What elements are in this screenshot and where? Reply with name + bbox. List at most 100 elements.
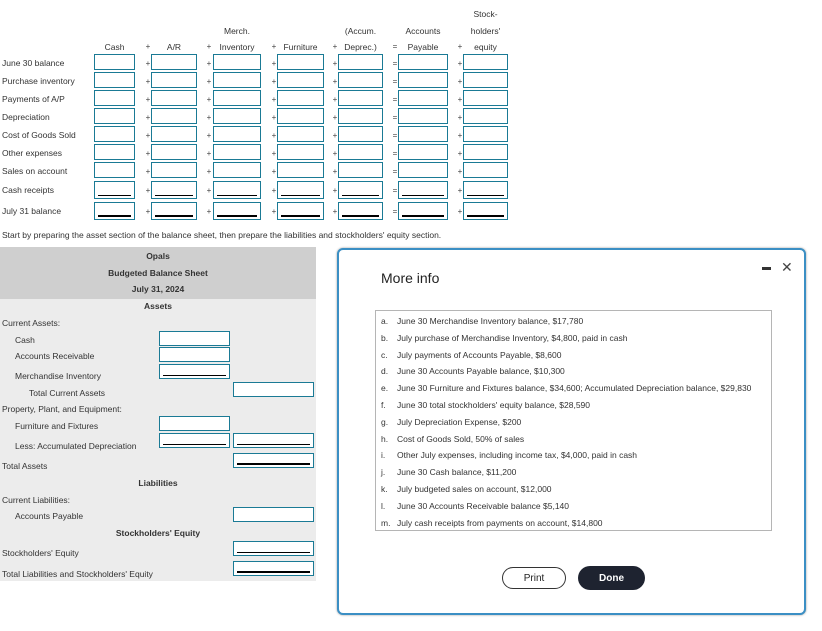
ppe-label: Property, Plant, and Equipment: bbox=[2, 404, 122, 414]
worksheet-input[interactable] bbox=[277, 162, 324, 178]
worksheet-input[interactable] bbox=[277, 90, 324, 106]
worksheet-input[interactable] bbox=[338, 202, 383, 220]
worksheet-input[interactable] bbox=[463, 90, 508, 106]
header-operator: + bbox=[271, 42, 277, 51]
bs-merch-input[interactable] bbox=[159, 364, 230, 379]
statement-title: Budgeted Balance Sheet bbox=[108, 268, 208, 278]
row-label: Sales on account bbox=[2, 166, 68, 176]
info-item-letter: i. bbox=[381, 450, 386, 461]
worksheet-input[interactable] bbox=[398, 144, 448, 160]
worksheet-input[interactable] bbox=[94, 181, 135, 199]
worksheet-input[interactable] bbox=[213, 54, 261, 70]
worksheet-input[interactable] bbox=[151, 202, 197, 220]
worksheet-input[interactable] bbox=[398, 202, 448, 220]
worksheet-input[interactable] bbox=[463, 126, 508, 142]
worksheet-input[interactable] bbox=[338, 72, 383, 88]
worksheet-input[interactable] bbox=[463, 54, 508, 70]
worksheet-input[interactable] bbox=[398, 54, 448, 70]
close-icon[interactable]: ✕ bbox=[781, 259, 793, 276]
ap-label: Accounts Payable bbox=[15, 511, 84, 521]
bs-ar-input[interactable] bbox=[159, 347, 230, 362]
row-operator: + bbox=[271, 186, 277, 195]
worksheet-input[interactable] bbox=[213, 144, 261, 160]
worksheet-input[interactable] bbox=[463, 202, 508, 220]
info-item: l. June 30 Accounts Receivable balance $5… bbox=[381, 501, 569, 511]
worksheet-input[interactable] bbox=[398, 162, 448, 178]
worksheet-input[interactable] bbox=[94, 202, 135, 220]
minimize-icon[interactable] bbox=[762, 267, 771, 270]
worksheet-input[interactable] bbox=[94, 162, 135, 178]
worksheet-input[interactable] bbox=[277, 202, 324, 220]
worksheet-input[interactable] bbox=[277, 54, 324, 70]
worksheet-input[interactable] bbox=[338, 108, 383, 124]
worksheet-input[interactable] bbox=[94, 144, 135, 160]
bs-total-assets-input[interactable] bbox=[233, 453, 314, 468]
worksheet-input[interactable] bbox=[151, 144, 197, 160]
accum-label: Less: Accumulated Depreciation bbox=[15, 441, 137, 451]
row-operator: + bbox=[145, 113, 151, 122]
worksheet-input[interactable] bbox=[398, 181, 448, 199]
row-operator: + bbox=[145, 186, 151, 195]
worksheet-input[interactable] bbox=[151, 181, 197, 199]
row-label: Cost of Goods Sold bbox=[2, 130, 76, 140]
worksheet-input[interactable] bbox=[398, 90, 448, 106]
worksheet-input[interactable] bbox=[151, 54, 197, 70]
worksheet-input[interactable] bbox=[338, 90, 383, 106]
worksheet-input[interactable] bbox=[277, 144, 324, 160]
worksheet-input[interactable] bbox=[463, 162, 508, 178]
worksheet-input[interactable] bbox=[151, 108, 197, 124]
worksheet-input[interactable] bbox=[338, 144, 383, 160]
row-operator: + bbox=[457, 113, 463, 122]
row-operator: = bbox=[392, 113, 398, 122]
worksheet-input[interactable] bbox=[463, 72, 508, 88]
info-item-letter: f. bbox=[381, 400, 386, 410]
bs-se-input[interactable] bbox=[233, 541, 314, 556]
worksheet-input[interactable] bbox=[463, 181, 508, 199]
total-current-label: Total Current Assets bbox=[29, 388, 106, 398]
print-button[interactable]: Print bbox=[502, 567, 566, 589]
worksheet-input[interactable] bbox=[94, 72, 135, 88]
worksheet-input[interactable] bbox=[94, 90, 135, 106]
worksheet-input[interactable] bbox=[398, 126, 448, 142]
worksheet-input[interactable] bbox=[213, 108, 261, 124]
bs-furniture-input[interactable] bbox=[159, 416, 230, 431]
row-operator: + bbox=[145, 149, 151, 158]
worksheet-input[interactable] bbox=[463, 108, 508, 124]
done-button[interactable]: Done bbox=[578, 566, 645, 590]
worksheet-input[interactable] bbox=[463, 144, 508, 160]
worksheet-input[interactable] bbox=[398, 108, 448, 124]
info-item-letter: g. bbox=[381, 416, 389, 427]
worksheet-input[interactable] bbox=[213, 90, 261, 106]
worksheet-input[interactable] bbox=[213, 162, 261, 178]
worksheet-input[interactable] bbox=[277, 72, 324, 88]
worksheet-input[interactable] bbox=[94, 126, 135, 142]
worksheet-input[interactable] bbox=[213, 126, 261, 142]
bs-ap-input[interactable] bbox=[233, 507, 314, 522]
worksheet-input[interactable] bbox=[277, 181, 324, 199]
bs-total-current-input[interactable] bbox=[233, 382, 314, 397]
bs-net-ppe-input[interactable] bbox=[233, 433, 314, 448]
se-label: Stockholders' Equity bbox=[2, 548, 79, 558]
worksheet-input[interactable] bbox=[338, 54, 383, 70]
worksheet-input[interactable] bbox=[213, 202, 261, 220]
worksheet-input[interactable] bbox=[213, 72, 261, 88]
row-operator: + bbox=[457, 131, 463, 140]
bs-accum-input[interactable] bbox=[159, 433, 230, 448]
worksheet-input[interactable] bbox=[151, 162, 197, 178]
worksheet-input[interactable] bbox=[338, 162, 383, 178]
worksheet-input[interactable] bbox=[338, 181, 383, 199]
info-item-letter: h. bbox=[381, 433, 389, 444]
bs-total-le-input[interactable] bbox=[233, 561, 314, 576]
worksheet-input[interactable] bbox=[151, 90, 197, 106]
worksheet-input[interactable] bbox=[94, 108, 135, 124]
total-le-label: Total Liabilities and Stockholders' Equi… bbox=[2, 569, 153, 579]
worksheet-input[interactable] bbox=[398, 72, 448, 88]
worksheet-input[interactable] bbox=[151, 126, 197, 142]
bs-cash-input[interactable] bbox=[159, 331, 230, 346]
worksheet-input[interactable] bbox=[213, 181, 261, 199]
worksheet-input[interactable] bbox=[277, 108, 324, 124]
worksheet-input[interactable] bbox=[94, 54, 135, 70]
worksheet-input[interactable] bbox=[277, 126, 324, 142]
worksheet-input[interactable] bbox=[151, 72, 197, 88]
worksheet-input[interactable] bbox=[338, 126, 383, 142]
